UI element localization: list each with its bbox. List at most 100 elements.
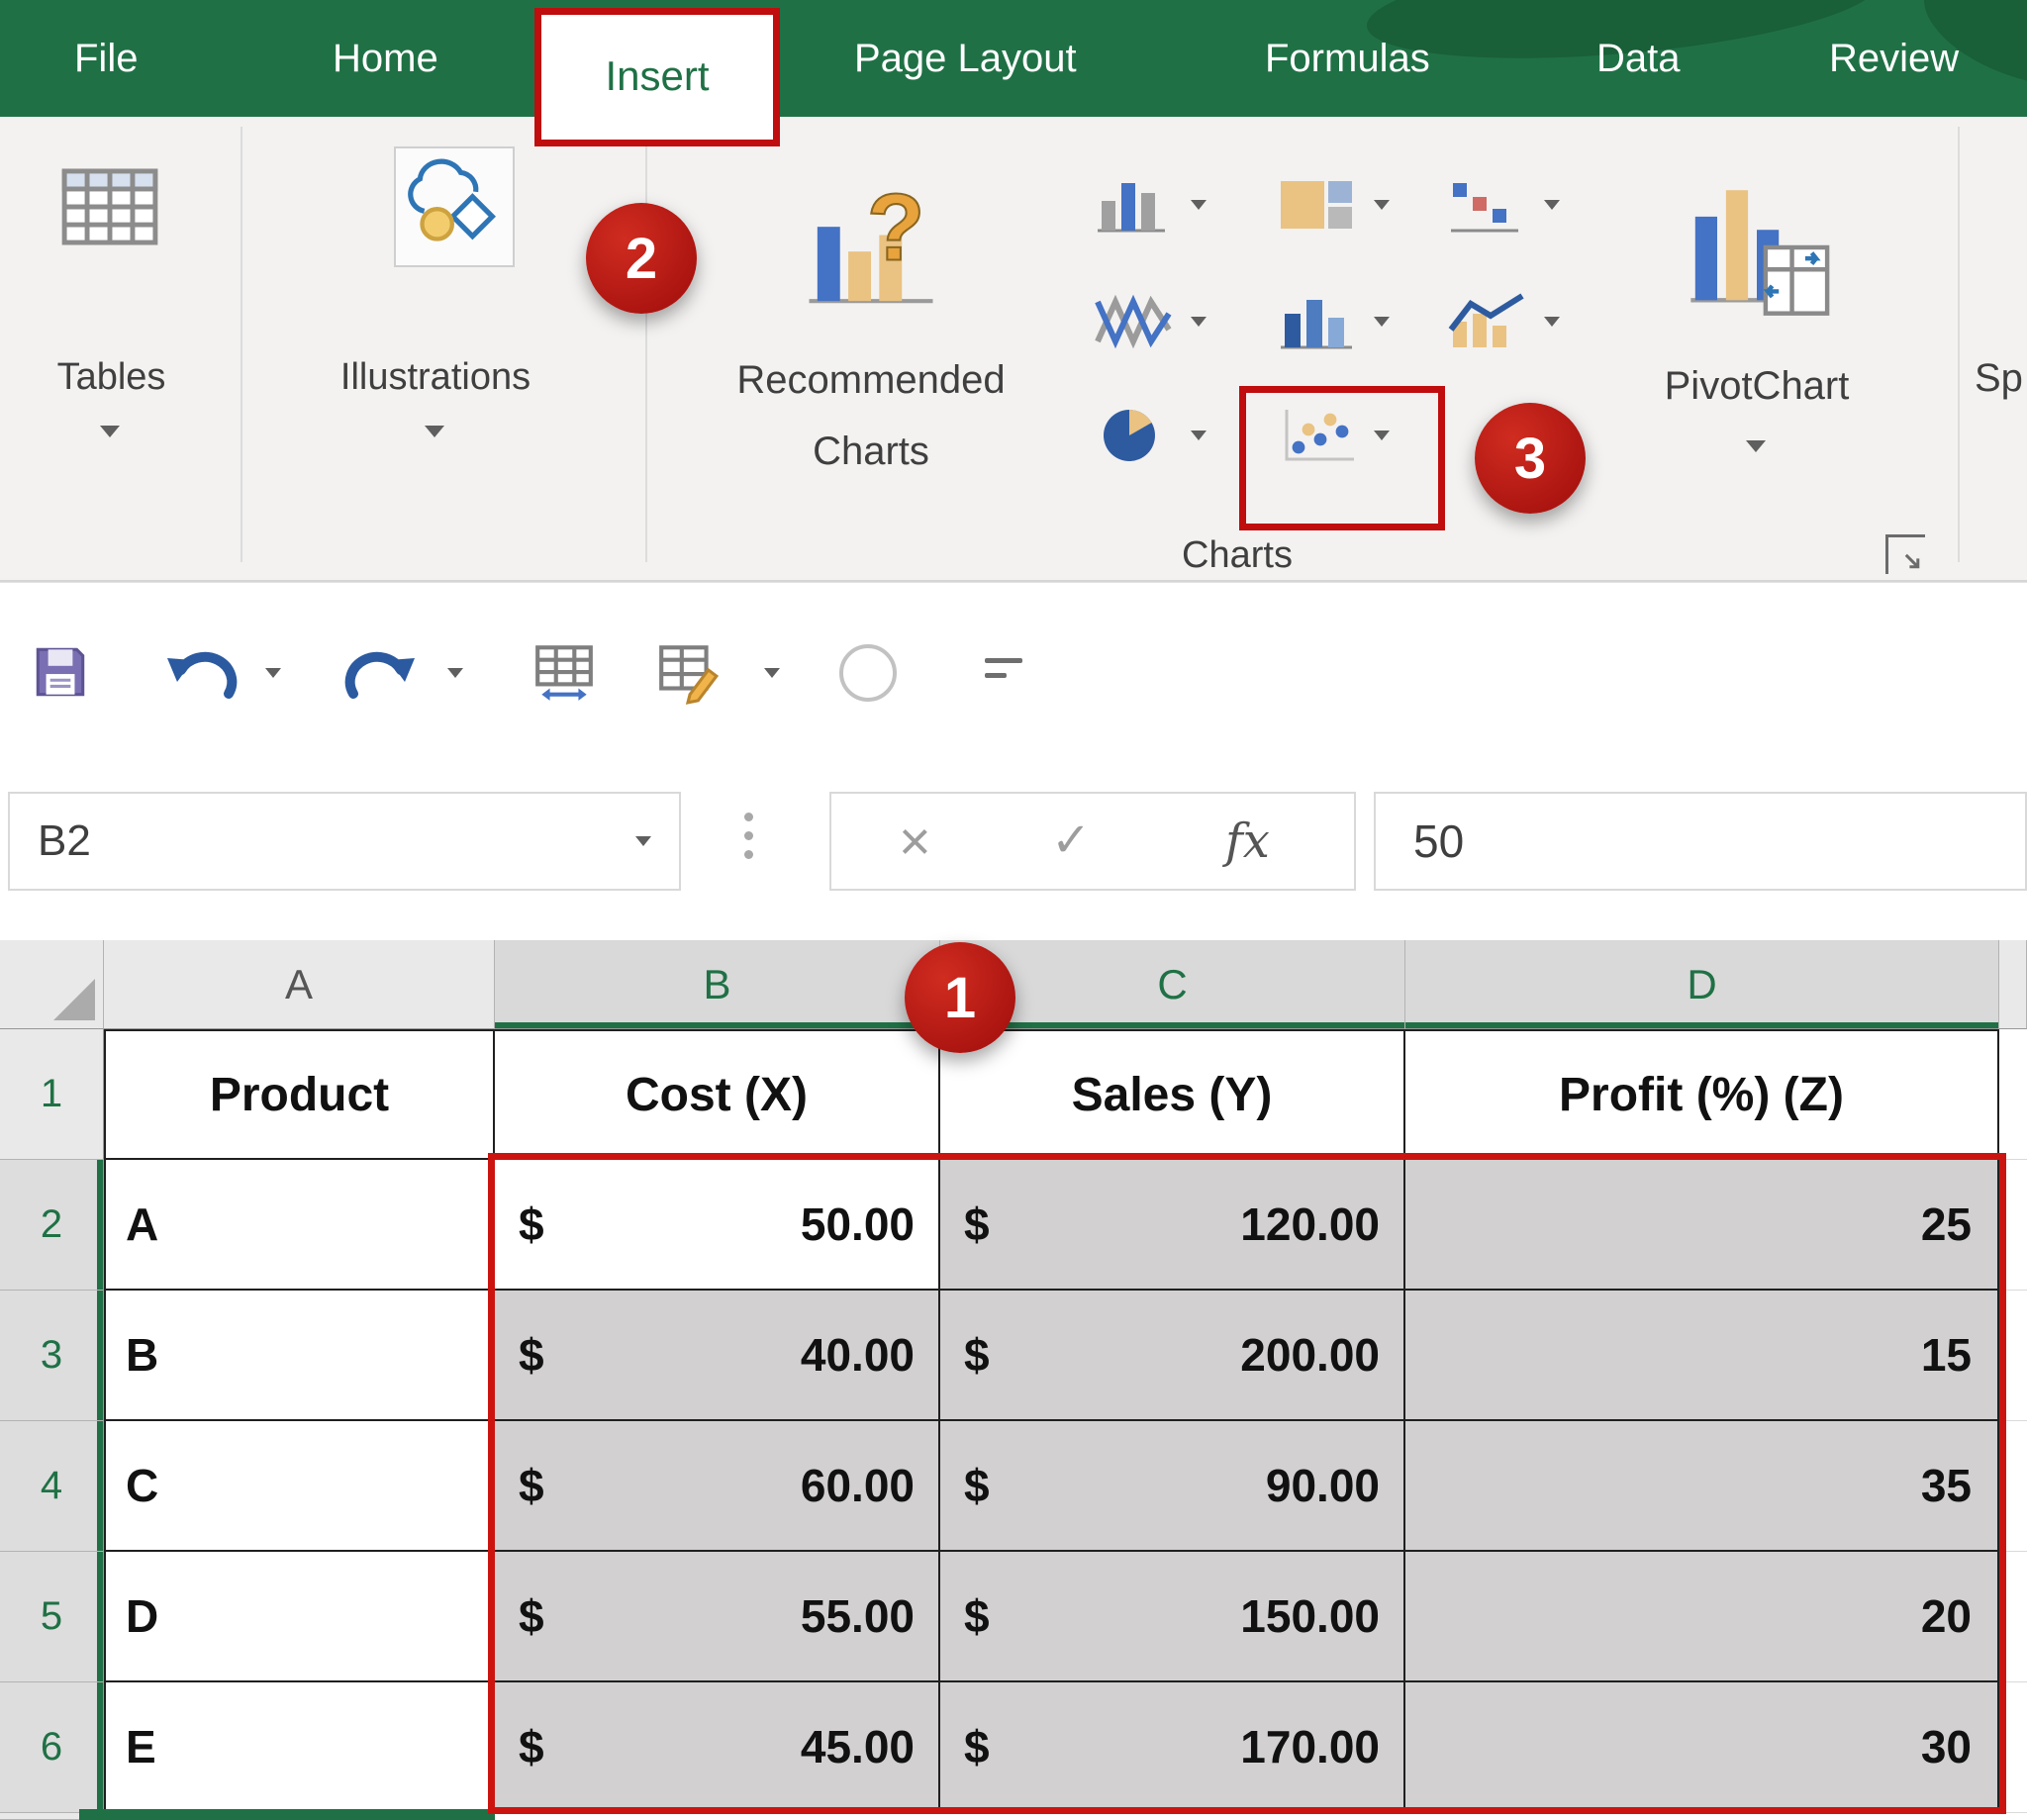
cell-d6[interactable]: 30 xyxy=(1405,1682,1999,1813)
tables-label: Tables xyxy=(20,356,203,399)
insert-waterfall-chart-button[interactable] xyxy=(1447,173,1560,237)
pivotchart-icon xyxy=(1678,168,1836,327)
cell-a1[interactable]: Product xyxy=(104,1029,495,1160)
insert-pie-chart-button[interactable] xyxy=(1094,404,1207,467)
cell-value: 55.00 xyxy=(801,1589,915,1643)
save-button[interactable] xyxy=(28,639,93,705)
cell-b1[interactable]: Cost (X) xyxy=(495,1029,940,1160)
sparklines-group-partial-label: Sp xyxy=(1975,356,2027,401)
chevron-down-icon[interactable] xyxy=(1746,440,1766,452)
undo-dropdown-icon[interactable] xyxy=(265,668,281,678)
tab-formulas[interactable]: Formulas xyxy=(1265,0,1430,117)
illustrations-button[interactable] xyxy=(394,146,515,267)
cell-c2[interactable]: $ 120.00 xyxy=(940,1160,1405,1291)
name-box[interactable]: B2 xyxy=(8,792,681,891)
table-edit-icon xyxy=(653,639,723,705)
cell-d1[interactable]: Profit (%) (Z) xyxy=(1405,1029,1999,1160)
tab-insert[interactable]: Insert xyxy=(534,8,780,146)
cell-value: 50.00 xyxy=(801,1197,915,1251)
chevron-down-icon[interactable] xyxy=(100,426,120,437)
cell-b3[interactable]: $ 40.00 xyxy=(495,1291,940,1421)
column-header-e[interactable] xyxy=(1999,940,2027,1029)
table-resize-icon xyxy=(530,639,599,705)
name-box-dropdown-icon[interactable] xyxy=(635,836,651,846)
qat-customize-button[interactable] xyxy=(985,658,1022,678)
insert-combo-chart-button[interactable] xyxy=(1447,290,1560,353)
cell-b5[interactable]: $ 55.00 xyxy=(495,1552,940,1682)
group-divider xyxy=(645,127,647,562)
tab-page-layout[interactable]: Page Layout xyxy=(854,0,1077,117)
cell-e4[interactable] xyxy=(1999,1421,2027,1552)
cell-b4[interactable]: $ 60.00 xyxy=(495,1421,940,1552)
pivotchart-label: PivotChart xyxy=(1633,364,1881,409)
row-header-3[interactable]: 3 xyxy=(0,1291,104,1421)
cell-e5[interactable] xyxy=(1999,1552,2027,1682)
cell-a2[interactable]: A xyxy=(104,1160,495,1291)
insert-line-chart-button[interactable] xyxy=(1094,290,1207,353)
cell-e2[interactable] xyxy=(1999,1160,2027,1291)
tab-review[interactable]: Review xyxy=(1829,0,1959,117)
selection-bottom-edge xyxy=(79,1809,495,1820)
formula-button-group: × ✓ fx xyxy=(829,792,1356,891)
annotation-badge-3: 3 xyxy=(1475,403,1586,514)
edit-table-button[interactable] xyxy=(653,639,723,705)
cell-b6[interactable]: $ 45.00 xyxy=(495,1682,940,1813)
row-header-1[interactable]: 1 xyxy=(0,1029,104,1160)
redo-button[interactable] xyxy=(338,642,424,706)
formula-input[interactable]: 50 xyxy=(1374,792,2027,891)
cell-a4[interactable]: C xyxy=(104,1421,495,1552)
chevron-down-icon[interactable] xyxy=(425,426,444,437)
insert-3d-column-chart-button[interactable] xyxy=(1277,290,1390,353)
insert-hierarchy-chart-button[interactable] xyxy=(1277,173,1390,237)
combo-chart-icon xyxy=(1447,290,1530,353)
cell-e3[interactable] xyxy=(1999,1291,2027,1421)
row-header-2[interactable]: 2 xyxy=(0,1160,104,1291)
tab-home[interactable]: Home xyxy=(333,0,438,117)
cell-b2[interactable]: $ 50.00 xyxy=(495,1160,940,1291)
undo-button[interactable] xyxy=(158,642,243,706)
cell-a3[interactable]: B xyxy=(104,1291,495,1421)
charts-dialog-launcher[interactable] xyxy=(1885,534,1925,574)
illustrations-icon xyxy=(403,155,506,258)
illustrations-label: Illustrations xyxy=(297,356,574,399)
undo-icon xyxy=(158,642,243,706)
cell-e6[interactable] xyxy=(1999,1682,2027,1813)
cell-c3[interactable]: $ 200.00 xyxy=(940,1291,1405,1421)
cell-c6[interactable]: $ 170.00 xyxy=(940,1682,1405,1813)
tab-data[interactable]: Data xyxy=(1596,0,1681,117)
cell-d5[interactable]: 20 xyxy=(1405,1552,1999,1682)
currency-symbol: $ xyxy=(519,1197,544,1251)
pivotchart-button[interactable] xyxy=(1678,168,1836,332)
row-header-6[interactable]: 6 xyxy=(0,1682,104,1813)
formula-bar-drag-handle[interactable] xyxy=(744,813,753,859)
autofit-table-button[interactable] xyxy=(530,639,599,705)
cell-a6[interactable]: E xyxy=(104,1682,495,1813)
circle-indicator-button[interactable] xyxy=(839,644,897,702)
cell-c4[interactable]: $ 90.00 xyxy=(940,1421,1405,1552)
annotation-box-scatter xyxy=(1239,386,1445,530)
insert-column-chart-button[interactable] xyxy=(1094,173,1207,237)
chevron-down-icon xyxy=(1374,200,1390,210)
redo-dropdown-icon[interactable] xyxy=(447,668,463,678)
currency-symbol: $ xyxy=(964,1720,990,1773)
select-all-corner[interactable] xyxy=(0,940,104,1029)
tables-button[interactable] xyxy=(51,148,168,270)
recommended-charts-button[interactable]: ? xyxy=(797,173,945,327)
cell-d2[interactable]: 25 xyxy=(1405,1160,1999,1291)
excel-window: File Home Insert Page Layout Formulas Da… xyxy=(0,0,2027,1820)
column-header-a[interactable]: A xyxy=(104,940,495,1029)
charts-group-label: Charts xyxy=(1128,534,1346,577)
tab-file[interactable]: File xyxy=(74,0,138,117)
cell-c5[interactable]: $ 150.00 xyxy=(940,1552,1405,1682)
cell-c1[interactable]: Sales (Y) xyxy=(940,1029,1405,1160)
column-header-b[interactable]: B xyxy=(495,940,940,1029)
cell-e1[interactable] xyxy=(1999,1029,2027,1160)
column-header-d[interactable]: D xyxy=(1405,940,1999,1029)
row-header-5[interactable]: 5 xyxy=(0,1552,104,1682)
cell-a5[interactable]: D xyxy=(104,1552,495,1682)
cell-d3[interactable]: 15 xyxy=(1405,1291,1999,1421)
cell-d4[interactable]: 35 xyxy=(1405,1421,1999,1552)
row-header-4[interactable]: 4 xyxy=(0,1421,104,1552)
edit-table-dropdown-icon[interactable] xyxy=(764,668,780,678)
save-icon xyxy=(28,639,93,705)
